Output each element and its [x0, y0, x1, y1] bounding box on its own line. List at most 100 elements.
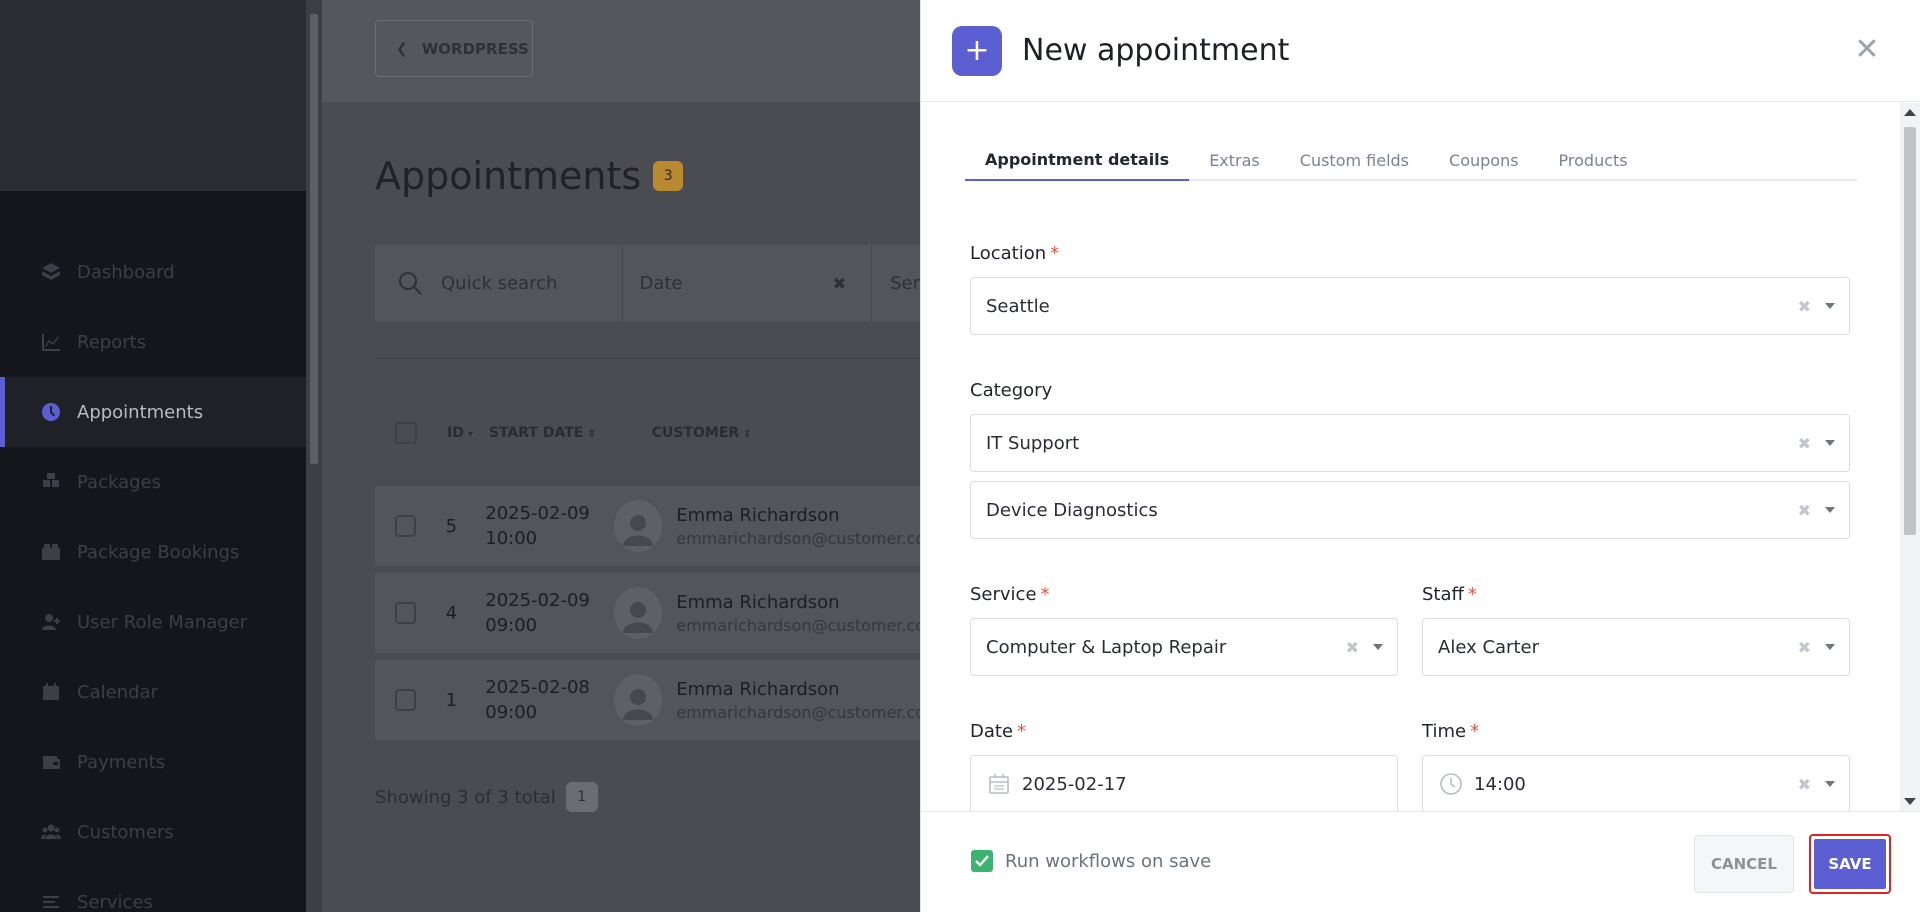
- packages-icon: [40, 471, 62, 493]
- sidebar: Dashboard Reports Appointments Packages …: [0, 0, 306, 912]
- tab-appointment-details[interactable]: Appointment details: [965, 139, 1190, 181]
- wordpress-back-button[interactable]: ❮ WORDPRESS: [375, 20, 533, 77]
- tab-extras[interactable]: Extras: [1189, 139, 1280, 181]
- subcategory-value: Device Diagnostics: [986, 499, 1158, 521]
- time-value: 14:00: [1474, 773, 1526, 795]
- panel-header: + New appointment ✕: [921, 0, 1920, 102]
- table-row[interactable]: 1 2025-02-08 09:00 Emma Richardson emmaric…: [375, 660, 920, 740]
- tab-custom-fields[interactable]: Custom fields: [1280, 139, 1429, 181]
- scroll-up-arrow[interactable]: [1904, 109, 1916, 116]
- service-filter[interactable]: Ser: [872, 245, 920, 321]
- service-select[interactable]: Computer & Laptop Repair ✖: [970, 618, 1398, 676]
- row-start-date: 2025-02-08 09:00: [485, 677, 590, 723]
- row-customer: Emma Richardson emmarichardson@customer.c…: [676, 678, 920, 722]
- sidebar-item-user-role-manager[interactable]: User Role Manager: [0, 587, 306, 657]
- sidebar-item-appointments[interactable]: Appointments: [0, 377, 306, 447]
- sidebar-item-package-bookings[interactable]: Package Bookings: [0, 517, 306, 587]
- sidebar-item-label: User Role Manager: [77, 611, 248, 633]
- clock-icon: [1438, 771, 1464, 797]
- appointments-count-badge: 3: [653, 161, 684, 191]
- chart-icon: [40, 331, 62, 353]
- table-row[interactable]: 4 2025-02-09 09:00 Emma Richardson emmaric…: [375, 573, 920, 653]
- divider: [375, 358, 920, 359]
- sidebar-item-calendar[interactable]: Calendar: [0, 657, 306, 727]
- users-icon: [40, 821, 62, 843]
- date-filter-placeholder: Date: [639, 272, 683, 294]
- tab-products[interactable]: Products: [1539, 139, 1648, 181]
- chevron-down-icon[interactable]: [1825, 781, 1835, 787]
- dashboard-icon: [40, 261, 62, 283]
- sidebar-logo-area: [0, 0, 306, 191]
- panel-body: Appointment details Extras Custom fields…: [921, 103, 1901, 811]
- sidebar-item-label: Payments: [77, 751, 166, 773]
- clear-icon[interactable]: ✖: [1798, 638, 1811, 657]
- chevron-down-icon[interactable]: [1825, 507, 1835, 513]
- calendar-icon: [986, 771, 1012, 797]
- row-start-date: 2025-02-09 10:00: [485, 503, 590, 549]
- row-checkbox[interactable]: [395, 689, 416, 711]
- sidebar-item-reports[interactable]: Reports: [0, 307, 306, 377]
- chevron-down-icon[interactable]: [1825, 644, 1835, 650]
- sidebar-item-payments[interactable]: Payments: [0, 727, 306, 797]
- panel-title: New appointment: [1022, 33, 1290, 68]
- staff-select[interactable]: Alex Carter ✖: [1422, 618, 1850, 676]
- clear-icon[interactable]: ✖: [1798, 775, 1811, 794]
- panel-scrollbar[interactable]: [1900, 103, 1920, 811]
- showing-text: Showing 3 of 3 total: [375, 786, 556, 808]
- chevron-down-icon[interactable]: [1825, 303, 1835, 309]
- row-customer: Emma Richardson emmarichardson@customer.c…: [676, 504, 920, 548]
- staff-value: Alex Carter: [1438, 636, 1539, 658]
- quick-search-input[interactable]: Quick search: [375, 245, 624, 321]
- list-icon: [40, 891, 62, 912]
- column-customer[interactable]: CUSTOMER ⇕: [652, 425, 752, 441]
- date-field[interactable]: 2025-02-17: [970, 755, 1398, 811]
- clear-icon[interactable]: ✖: [1798, 434, 1811, 453]
- chevron-down-icon[interactable]: [1825, 440, 1835, 446]
- main-content: ❮ WORDPRESS Appointments 3 Quick search …: [322, 0, 920, 912]
- filter-bar: Quick search Date ✖ Ser: [375, 245, 920, 321]
- row-checkbox[interactable]: [395, 515, 416, 537]
- clear-icon[interactable]: ✖: [1346, 638, 1359, 657]
- cancel-button[interactable]: CANCEL: [1694, 835, 1794, 893]
- subcategory-select[interactable]: Device Diagnostics ✖: [970, 481, 1850, 539]
- row-start-date: 2025-02-09 09:00: [485, 590, 590, 636]
- sidebar-item-label: Appointments: [77, 401, 204, 423]
- column-start-date[interactable]: START DATE ⇕: [489, 425, 596, 441]
- table-row[interactable]: 5 2025-02-09 10:00 Emma Richardson emmaric…: [375, 486, 920, 566]
- scrollbar-thumb[interactable]: [1904, 127, 1916, 535]
- row-id: 1: [445, 689, 458, 711]
- category-select[interactable]: IT Support ✖: [970, 414, 1850, 472]
- sidebar-item-label: Services: [77, 891, 153, 912]
- sidebar-item-dashboard[interactable]: Dashboard: [0, 237, 306, 307]
- sidebar-item-services[interactable]: Services: [0, 867, 306, 912]
- column-id[interactable]: ID ▾: [447, 425, 473, 441]
- select-all-checkbox[interactable]: [395, 422, 417, 444]
- location-value: Seattle: [986, 295, 1050, 317]
- sidebar-item-customers[interactable]: Customers: [0, 797, 306, 867]
- chevron-down-icon[interactable]: [1373, 644, 1383, 650]
- page-number[interactable]: 1: [565, 782, 598, 812]
- scrollbar-thumb[interactable]: [310, 14, 318, 464]
- clear-icon[interactable]: ✖: [1798, 297, 1811, 316]
- row-checkbox[interactable]: [395, 602, 416, 624]
- checkmark-icon[interactable]: [971, 850, 993, 872]
- time-label: Time *: [1422, 721, 1480, 742]
- tab-coupons[interactable]: Coupons: [1429, 139, 1539, 181]
- service-filter-placeholder: Ser: [890, 272, 920, 294]
- location-select[interactable]: Seattle ✖: [970, 277, 1850, 335]
- wallet-icon: [40, 751, 62, 773]
- date-filter[interactable]: Date ✖: [623, 245, 873, 321]
- plus-icon: +: [952, 25, 1002, 76]
- close-icon[interactable]: ✕: [1852, 32, 1882, 67]
- save-button[interactable]: SAVE: [1809, 834, 1891, 894]
- clear-icon[interactable]: ✖: [833, 274, 846, 293]
- time-select[interactable]: 14:00 ✖: [1422, 755, 1850, 811]
- run-workflows-checkbox[interactable]: Run workflows on save: [971, 850, 1211, 872]
- sidebar-scrollbar[interactable]: [306, 0, 322, 912]
- sidebar-menu: Dashboard Reports Appointments Packages …: [0, 237, 306, 912]
- clock-icon: [40, 401, 62, 423]
- clear-icon[interactable]: ✖: [1798, 501, 1811, 520]
- sidebar-item-packages[interactable]: Packages: [0, 447, 306, 517]
- scroll-down-arrow[interactable]: [1904, 798, 1916, 805]
- staff-label: Staff *: [1422, 584, 1477, 605]
